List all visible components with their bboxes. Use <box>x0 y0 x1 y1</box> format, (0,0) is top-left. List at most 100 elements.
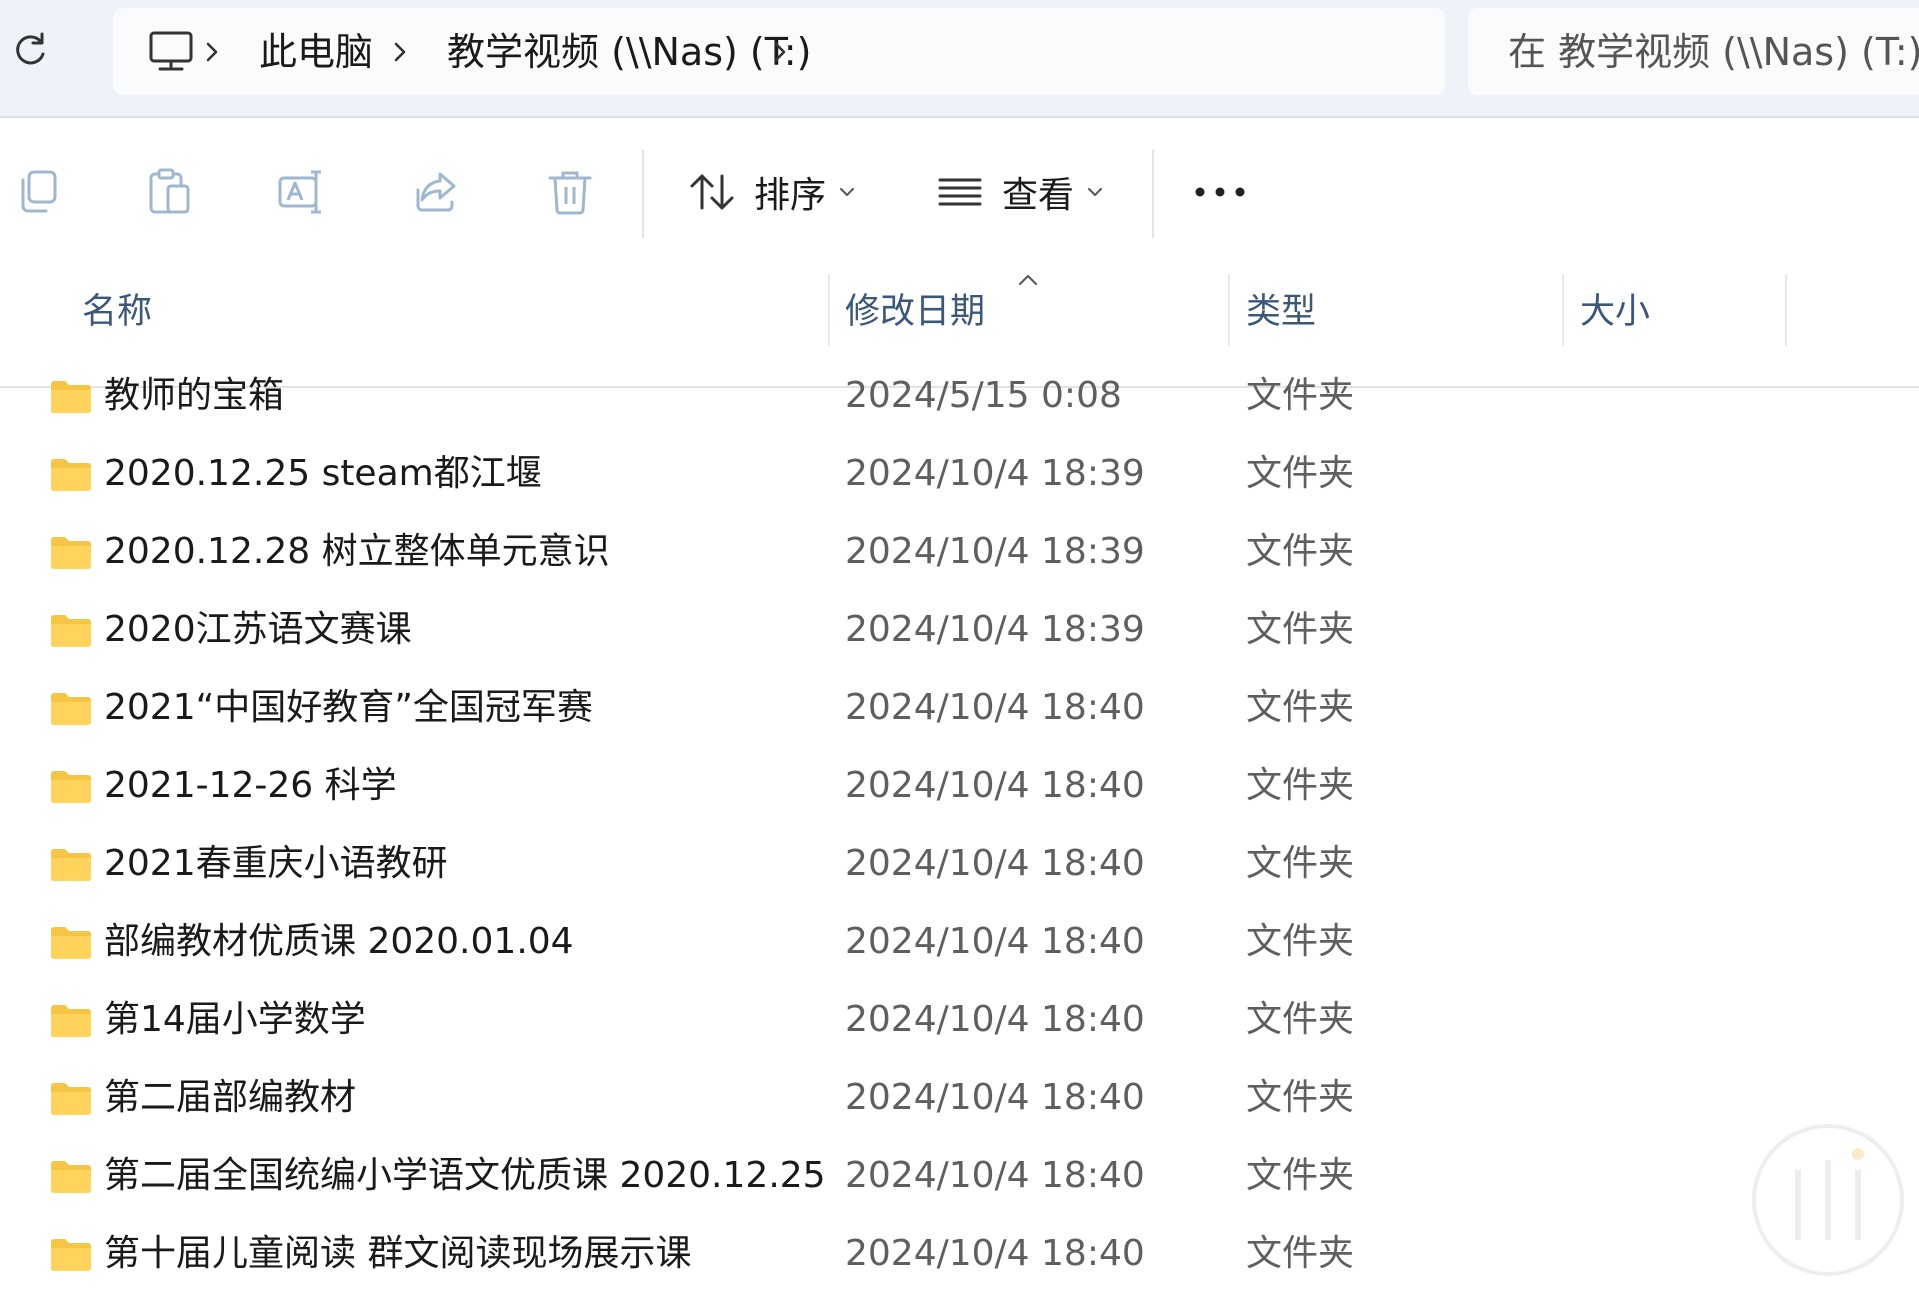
column-header-modified[interactable]: 修改日期 <box>845 290 985 334</box>
file-modified: 2024/10/4 18:40 <box>845 1077 1145 1118</box>
list-item[interactable]: 2020江苏语文赛课 2024/10/4 18:39 文件夹 <box>0 592 1919 670</box>
refresh-button[interactable] <box>8 28 52 72</box>
folder-icon <box>51 1005 91 1037</box>
file-modified: 2024/10/4 18:40 <box>845 999 1145 1040</box>
file-name[interactable]: 第二届全国统编小学语文优质课 2020.12.25 <box>104 1152 826 1200</box>
toolbar-divider <box>1152 150 1154 238</box>
watermark-logo <box>1752 1124 1904 1276</box>
search-box[interactable]: 在 教学视频 (\\Nas) (T:) <box>1468 8 1919 95</box>
trash-icon[interactable] <box>544 166 596 218</box>
file-type: 文件夹 <box>1246 687 1355 728</box>
column-header: 名称 修改日期 类型 大小 <box>0 270 1919 346</box>
file-type: 文件夹 <box>1246 921 1355 962</box>
file-type: 文件夹 <box>1246 531 1355 572</box>
file-type: 文件夹 <box>1246 453 1355 494</box>
list-item[interactable]: 2021春重庆小语教研 2024/10/4 18:40 文件夹 <box>0 826 1919 904</box>
sort-icon <box>690 174 734 210</box>
folder-icon <box>51 1083 91 1115</box>
column-divider[interactable] <box>1785 274 1787 346</box>
folder-icon <box>51 1239 91 1271</box>
column-divider[interactable] <box>1562 274 1564 346</box>
share-icon[interactable] <box>410 166 462 218</box>
folder-icon <box>51 1161 91 1193</box>
breadcrumb-item-this-pc[interactable]: 此电脑 <box>259 28 373 76</box>
more-icon[interactable] <box>1194 184 1246 200</box>
column-header-name[interactable]: 名称 <box>82 290 152 334</box>
folder-icon <box>51 771 91 803</box>
file-type: 文件夹 <box>1246 609 1355 650</box>
file-type: 文件夹 <box>1246 765 1355 806</box>
column-divider[interactable] <box>828 274 830 346</box>
file-name[interactable]: 2021-12-26 科学 <box>104 762 397 810</box>
list-item[interactable]: 2021“中国好教育”全国冠军赛 2024/10/4 18:40 文件夹 <box>0 670 1919 748</box>
command-bar: 排序 查看 <box>0 118 1919 388</box>
file-type: 文件夹 <box>1246 999 1355 1040</box>
view-label: 查看 <box>1002 175 1075 216</box>
file-name[interactable]: 2020江苏语文赛课 <box>104 606 412 654</box>
list-item[interactable]: 第二届全国统编小学语文优质课 2020.12.25 2024/10/4 18:4… <box>0 1138 1919 1216</box>
file-modified: 2024/10/4 18:40 <box>845 843 1145 884</box>
file-name[interactable]: 第二届部编教材 <box>104 1074 356 1122</box>
column-header-size[interactable]: 大小 <box>1580 290 1650 334</box>
folder-icon <box>51 693 91 725</box>
column-divider[interactable] <box>1228 274 1230 346</box>
file-type: 文件夹 <box>1246 1233 1355 1274</box>
file-modified: 2024/5/15 0:08 <box>845 375 1122 416</box>
file-name[interactable]: 教师的宝箱 <box>104 372 284 420</box>
rename-icon[interactable] <box>276 166 328 218</box>
list-item[interactable]: 第十届儿童阅读 群文阅读现场展示课 2024/10/4 18:40 文件夹 <box>0 1216 1919 1292</box>
file-modified: 2024/10/4 18:39 <box>845 531 1145 572</box>
file-name[interactable]: 2021“中国好教育”全国冠军赛 <box>104 684 593 732</box>
file-name[interactable]: 2020.12.28 树立整体单元意识 <box>104 528 610 576</box>
list-item[interactable]: 第二届部编教材 2024/10/4 18:40 文件夹 <box>0 1060 1919 1138</box>
address-bar-row: 此电脑 教学视频 (\\Nas) (T:) 在 教学视频 (\\Nas) (T:… <box>0 0 1919 118</box>
file-list: 教师的宝箱 2024/5/15 0:08 文件夹 2020.12.25 stea… <box>0 358 1919 1292</box>
paste-icon[interactable] <box>144 166 196 218</box>
list-item[interactable]: 部编教材优质课 2020.01.04 2024/10/4 18:40 文件夹 <box>0 904 1919 982</box>
sort-ascending-icon <box>1019 275 1037 285</box>
chevron-down-icon <box>1088 188 1103 196</box>
file-modified: 2024/10/4 18:39 <box>845 453 1145 494</box>
folder-icon <box>51 537 91 569</box>
file-modified: 2024/10/4 18:40 <box>845 921 1145 962</box>
folder-icon <box>51 381 91 413</box>
list-item[interactable]: 2020.12.28 树立整体单元意识 2024/10/4 18:39 文件夹 <box>0 514 1919 592</box>
column-header-type[interactable]: 类型 <box>1246 290 1316 334</box>
file-name[interactable]: 2021春重庆小语教研 <box>104 840 448 888</box>
file-modified: 2024/10/4 18:40 <box>845 1233 1145 1274</box>
file-name[interactable]: 第14届小学数学 <box>104 996 366 1044</box>
file-type: 文件夹 <box>1246 1077 1355 1118</box>
chevron-right-icon[interactable] <box>769 38 791 66</box>
view-button[interactable]: 查看 <box>936 162 1104 222</box>
list-item[interactable]: 第14届小学数学 2024/10/4 18:40 文件夹 <box>0 982 1919 1060</box>
file-type: 文件夹 <box>1246 843 1355 884</box>
file-name[interactable]: 部编教材优质课 2020.01.04 <box>104 918 574 966</box>
folder-icon <box>51 459 91 491</box>
list-item[interactable]: 2020.12.25 steam都江堰 2024/10/4 18:39 文件夹 <box>0 436 1919 514</box>
copy-icon[interactable] <box>12 166 64 218</box>
folder-icon <box>51 927 91 959</box>
file-type: 文件夹 <box>1246 375 1355 416</box>
sort-label: 排序 <box>754 175 827 216</box>
file-modified: 2024/10/4 18:39 <box>845 609 1145 650</box>
chevron-right-icon[interactable] <box>389 38 411 66</box>
file-modified: 2024/10/4 18:40 <box>845 687 1145 728</box>
breadcrumb-item-drive[interactable]: 教学视频 (\\Nas) (T:) <box>447 28 811 76</box>
view-list-icon <box>938 178 982 206</box>
file-type: 文件夹 <box>1246 1155 1355 1196</box>
chevron-down-icon <box>840 188 855 196</box>
breadcrumb[interactable]: 此电脑 教学视频 (\\Nas) (T:) <box>113 8 1445 95</box>
file-modified: 2024/10/4 18:40 <box>845 765 1145 806</box>
folder-icon <box>51 615 91 647</box>
refresh-icon <box>16 32 45 65</box>
file-explorer-window: 此电脑 教学视频 (\\Nas) (T:) 在 教学视频 (\\Nas) (T:… <box>0 0 1919 1292</box>
search-input[interactable]: 在 教学视频 (\\Nas) (T:) <box>1508 28 1919 76</box>
sort-button[interactable]: 排序 <box>688 162 856 222</box>
file-name[interactable]: 2020.12.25 steam都江堰 <box>104 450 542 498</box>
list-item[interactable]: 2021-12-26 科学 2024/10/4 18:40 文件夹 <box>0 748 1919 826</box>
file-name[interactable]: 第十届儿童阅读 群文阅读现场展示课 <box>104 1230 691 1278</box>
chevron-right-icon[interactable] <box>201 38 223 66</box>
folder-icon <box>51 849 91 881</box>
computer-icon[interactable] <box>147 30 195 74</box>
list-item[interactable]: 教师的宝箱 2024/5/15 0:08 文件夹 <box>0 358 1919 436</box>
